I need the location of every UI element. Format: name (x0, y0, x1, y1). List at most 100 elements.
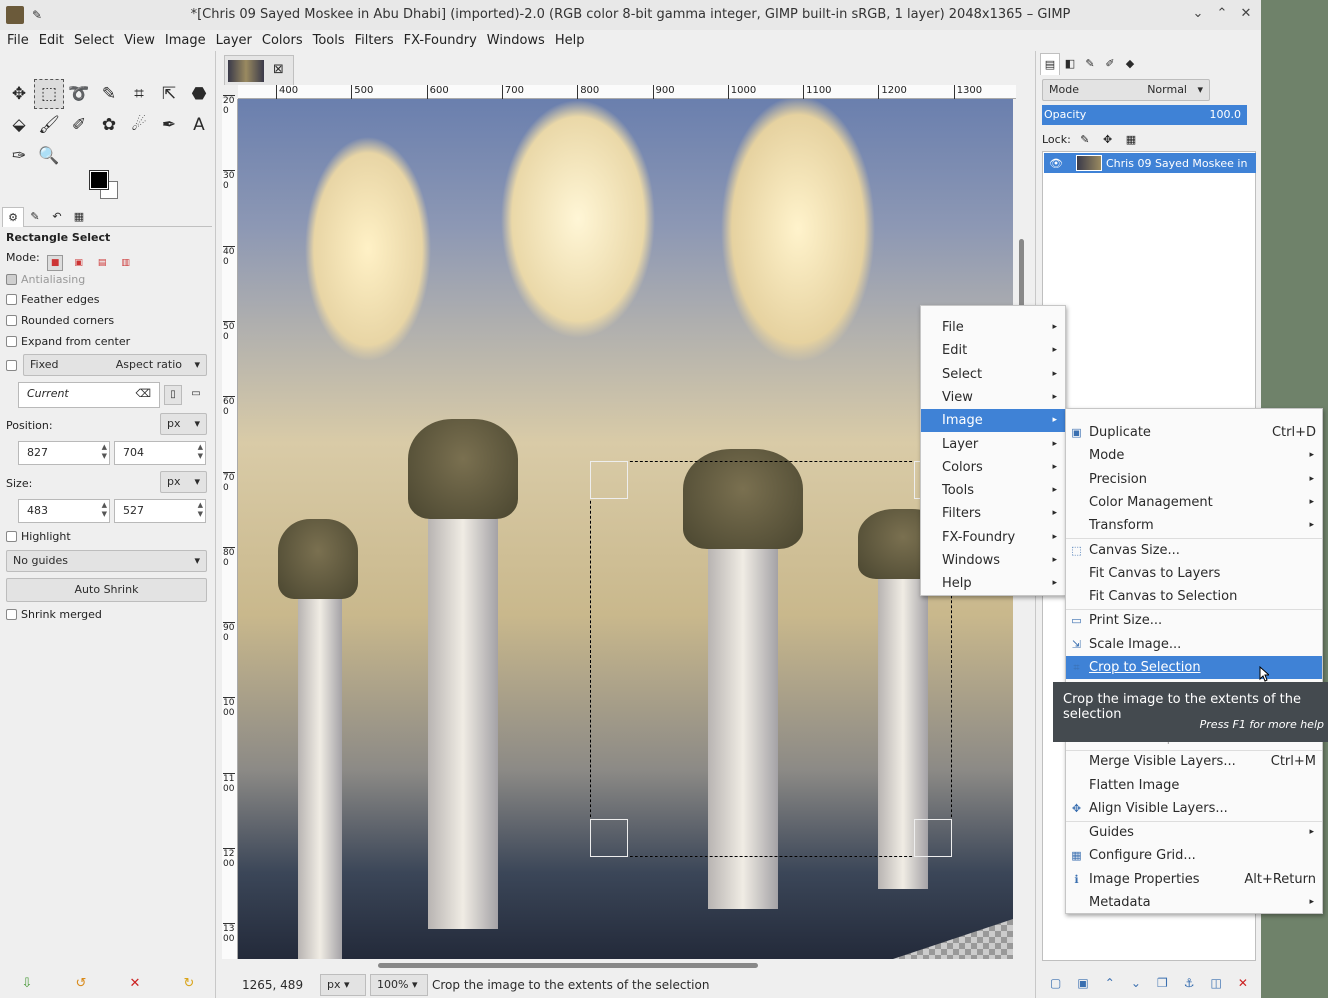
text-icon[interactable]: A (184, 110, 214, 140)
menu-layer[interactable]: Layer (211, 33, 257, 48)
size-h-spinner[interactable]: ▲ ▼ (198, 501, 203, 519)
position-x-spinner[interactable]: ▲ ▼ (102, 443, 107, 461)
menu-fx-foundry[interactable]: FX-Foundry (399, 33, 482, 48)
mode-replace-icon[interactable]: ■ (47, 255, 64, 271)
move-icon[interactable]: ✥ (4, 79, 34, 109)
context-menu-item-edit[interactable]: Edit ▸ (921, 339, 1065, 362)
menu-select[interactable]: Select (69, 33, 119, 48)
image-menu-crop-to-selection[interactable]: ⌗ Crop to Selection (1066, 656, 1322, 679)
image-menu-transform[interactable]: Transform ▸ (1066, 514, 1322, 537)
rect-select-icon[interactable]: ⬚ (34, 79, 64, 109)
image-menu-image-properties[interactable]: ℹ Image Properties Alt+Return (1066, 868, 1322, 891)
delete-layer-icon[interactable]: ✕ (1238, 976, 1248, 990)
context-menu-item-colors[interactable]: Colors ▸ (921, 456, 1065, 479)
reset-options-icon[interactable]: ↻ (184, 976, 195, 991)
maximize-button[interactable]: ⌃ (1213, 4, 1231, 24)
restore-options-icon[interactable]: ↺ (76, 976, 87, 991)
tab-paths[interactable]: ✎ (1080, 53, 1100, 75)
close-button[interactable]: ✕ (1237, 4, 1255, 24)
duplicate-layer-icon[interactable]: ❐ (1157, 976, 1168, 990)
position-x-field[interactable]: 827 ▲ ▼ (18, 441, 110, 465)
delete-options-icon[interactable]: ✕ (130, 976, 141, 991)
landscape-icon[interactable]: ▭ (187, 385, 205, 405)
tab-channels[interactable]: ◧ (1060, 53, 1080, 75)
fixed-combo[interactable]: Fixed Aspect ratio (23, 354, 207, 376)
tab-layers[interactable]: ▤ (1040, 53, 1060, 75)
tab-brushes[interactable]: ✐ (1100, 53, 1120, 75)
mode-intersect-icon[interactable]: ▥ (118, 256, 134, 272)
crop-icon[interactable]: ⌗ (124, 79, 154, 109)
context-menu-item-windows[interactable]: Windows ▸ (921, 549, 1065, 572)
auto-shrink-button[interactable]: Auto Shrink (6, 578, 207, 602)
heal-icon[interactable]: ✿ (94, 110, 124, 140)
minimize-button[interactable]: ⌄ (1189, 4, 1207, 24)
expand-from-center-checkbox[interactable]: Expand from center (6, 335, 130, 348)
lower-layer-icon[interactable]: ⌄ (1131, 976, 1141, 990)
horizontal-scrollbar[interactable] (238, 961, 1016, 971)
warp-icon[interactable]: ⬣ (184, 79, 214, 109)
image-menu-precision[interactable]: Precision ▸ (1066, 468, 1322, 491)
rectangle-selection[interactable] (590, 461, 952, 857)
bucket-fill-icon[interactable]: ⬙ (4, 110, 34, 140)
context-menu-item-file[interactable]: File ▸ (921, 316, 1065, 339)
size-h-field[interactable]: 527 ▲ ▼ (114, 499, 206, 523)
raise-layer-icon[interactable]: ⌃ (1105, 976, 1115, 990)
image-menu-scale-image[interactable]: ⇲ Scale Image... (1066, 633, 1322, 656)
tab-device-status[interactable]: ✎ (24, 207, 46, 227)
position-unit-combo[interactable]: px (160, 413, 207, 435)
lasso-icon[interactable]: ➰ (64, 79, 94, 109)
unit-combo[interactable]: px ▾ (320, 974, 366, 996)
image-menu-guides[interactable]: Guides ▸ (1066, 821, 1322, 844)
clear-icon[interactable]: ⌫ (135, 383, 151, 405)
menu-help[interactable]: Help (550, 33, 590, 48)
zoom-combo[interactable]: 100% ▾ (370, 974, 428, 996)
context-menu-item-view[interactable]: View ▸ (921, 386, 1065, 409)
image-menu-mode[interactable]: Mode ▸ (1066, 444, 1322, 467)
size-unit-combo[interactable]: px (160, 471, 207, 493)
highlight-checkbox[interactable]: Highlight (6, 530, 71, 543)
mode-add-icon[interactable]: ▣ (71, 256, 87, 272)
lock-position-icon[interactable]: ✥ (1103, 133, 1112, 146)
image-menu-flatten-image[interactable]: Flatten Image (1066, 774, 1322, 797)
current-field[interactable]: Current ⌫ (18, 382, 160, 408)
menu-tools[interactable]: Tools (308, 33, 350, 48)
smudge-icon[interactable]: ☄ (124, 110, 154, 140)
tab-images[interactable]: ▦ (68, 207, 90, 227)
menu-view[interactable]: View (119, 33, 160, 48)
anchor-layer-icon[interactable]: ⚓ (1184, 976, 1195, 990)
context-menu-item-image[interactable]: Image ▸ (921, 409, 1065, 433)
save-options-icon[interactable]: ⇩ (22, 976, 33, 991)
image-menu-fit-canvas-to-selection[interactable]: Fit Canvas to Selection (1066, 585, 1322, 608)
zoom-icon[interactable]: 🔍 (34, 141, 64, 171)
image-tab[interactable]: ⊠ (224, 55, 294, 85)
fixed-checkbox[interactable] (6, 359, 21, 372)
tab-patterns[interactable]: ◆ (1120, 53, 1140, 75)
size-w-spinner[interactable]: ▲ ▼ (102, 501, 107, 519)
layer-row[interactable]: 👁 Chris 09 Sayed Moskee in (1044, 153, 1256, 173)
pin-icon[interactable]: ✎ (32, 8, 42, 22)
tab-tool-options[interactable]: ⚙ (2, 207, 24, 227)
paths-icon[interactable]: ✒ (154, 110, 184, 140)
image-menu-merge-visible-layers[interactable]: Merge Visible Layers... Ctrl+M (1066, 750, 1322, 773)
guides-combo[interactable]: No guides (6, 550, 207, 572)
tab-undo-history[interactable]: ↶ (46, 207, 68, 227)
visibility-eye-icon[interactable]: 👁 (1049, 157, 1063, 170)
menu-edit[interactable]: Edit (34, 33, 69, 48)
rounded-corners-checkbox[interactable]: Rounded corners (6, 314, 114, 327)
selection-handle-bottom-left[interactable] (590, 819, 628, 857)
image-menu-canvas-size[interactable]: ⬚ Canvas Size... (1066, 539, 1322, 562)
context-menu-item-layer[interactable]: Layer ▸ (921, 433, 1065, 456)
size-w-field[interactable]: 483 ▲ ▼ (18, 499, 110, 523)
image-canvas[interactable] (238, 99, 1013, 959)
color-picker-icon[interactable]: ✑ (4, 141, 34, 171)
foreground-color[interactable] (89, 170, 109, 190)
selection-handle-bottom-right[interactable] (914, 819, 952, 857)
image-menu-print-size[interactable]: ▭ Print Size... (1066, 609, 1322, 632)
layer-mode-combo[interactable]: Mode Normal (1042, 79, 1210, 101)
eraser-icon[interactable]: ✐ (64, 110, 94, 140)
paintbrush-icon[interactable]: 🖌 (34, 110, 64, 140)
lock-pixels-icon[interactable]: ✎ (1080, 133, 1089, 146)
portrait-icon[interactable]: ▯ (164, 385, 182, 405)
image-menu-align-visible-layers[interactable]: ✥ Align Visible Layers... (1066, 797, 1322, 820)
opacity-slider[interactable]: Opacity 100.0 (1042, 105, 1247, 125)
